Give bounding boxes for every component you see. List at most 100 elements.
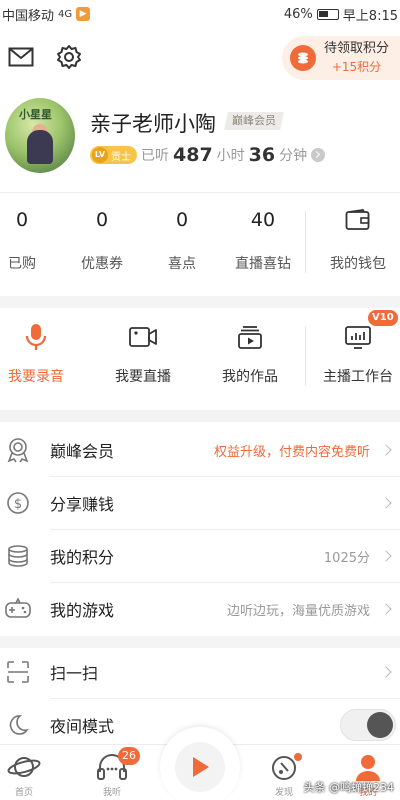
scan-icon — [4, 658, 32, 686]
stat-xidian[interactable]: 0 喜点 — [142, 205, 222, 273]
nav-label: 我听 — [102, 788, 121, 798]
stat-value: 0 — [175, 209, 189, 231]
divider — [0, 192, 400, 193]
points-value: +15积分 — [331, 60, 382, 74]
chevron-right-icon — [380, 444, 392, 456]
stat-label: 已购 — [8, 256, 36, 272]
wallet-icon — [318, 205, 398, 235]
nav-label: 首页 — [14, 788, 33, 798]
stat-purchased[interactable]: 0 已购 — [0, 205, 62, 273]
points-title: 待领取积分 — [324, 41, 390, 56]
stat-value: 0 — [95, 209, 109, 231]
stat-label: 直播喜钻 — [235, 256, 291, 272]
works-icon — [200, 320, 300, 354]
menu-label: 我的游戏 — [50, 601, 115, 620]
clock: 早上8:15 — [342, 8, 398, 24]
menu-label: 巅峰会员 — [50, 442, 115, 461]
menu-label: 夜间模式 — [50, 717, 115, 736]
unread-count-badge: 26 — [118, 747, 140, 765]
section-gap — [0, 410, 400, 422]
gear-icon[interactable] — [54, 42, 84, 72]
dollar-icon: $ — [4, 489, 32, 517]
signal-text: 4G — [58, 8, 73, 20]
divider — [305, 326, 306, 386]
divider — [305, 211, 306, 273]
medal-icon — [4, 436, 32, 464]
menu-value: 边听边玩，海量优质游戏 — [226, 603, 370, 619]
menu-label: 扫一扫 — [50, 664, 99, 683]
stat-label: 喜点 — [168, 256, 196, 272]
vip-tag-label: 巅峰会员 — [232, 114, 276, 127]
profile-section: 小星星 亲子老师小陶 巅峰会员 LV 贡士 已听 487 小时 36 分钟 — [0, 98, 400, 178]
app-notification-icon: ▶ — [76, 7, 91, 21]
creator-actions: 我要录音 我要直播 我的作品 V10 主播工作台 — [0, 310, 400, 400]
planet-icon — [0, 749, 54, 785]
play-button[interactable] — [160, 727, 240, 800]
menu-label: 我的积分 — [50, 548, 115, 567]
video-camera-icon — [93, 320, 193, 354]
stat-coupons[interactable]: 0 优惠券 — [62, 205, 142, 273]
status-bar: 中国移动 4G ▶ 46% 早上8:15 — [0, 0, 400, 28]
level-badge: LV 贡士 — [90, 146, 137, 164]
menu-label: 分享赚钱 — [50, 495, 115, 514]
battery-percent: 46% — [283, 6, 313, 22]
action-label: 我要直播 — [115, 369, 171, 385]
menu-value: 权益升级，付费内容免费听 — [213, 444, 370, 460]
go-live-button[interactable]: 我要直播 — [93, 320, 193, 386]
svg-text:$: $ — [14, 497, 22, 512]
chevron-right-icon — [380, 603, 392, 615]
night-mode-toggle[interactable] — [340, 709, 396, 741]
vip-tag[interactable]: 巅峰会员 — [224, 112, 284, 130]
studio-icon: V10 — [308, 310, 400, 354]
record-audio-button[interactable]: 我要录音 — [0, 320, 86, 386]
battery-icon — [316, 8, 339, 20]
hours-unit: 小时 — [216, 148, 245, 164]
menu-item-share-earn[interactable]: $ 分享赚钱 — [0, 477, 400, 529]
chevron-right-icon — [311, 148, 326, 162]
coins-icon — [4, 542, 32, 570]
chevron-right-icon — [380, 666, 392, 678]
action-label: 我的作品 — [222, 369, 278, 385]
watermark: 头条 @鸣蝉蝉234 — [303, 781, 395, 794]
new-dot-badge — [294, 753, 302, 761]
chevron-right-icon — [380, 497, 392, 509]
listen-stats-row[interactable]: LV 贡士 已听 487 小时 36 分钟 — [90, 144, 326, 166]
moon-icon — [4, 711, 32, 739]
mail-icon[interactable] — [6, 42, 36, 72]
studio-button[interactable]: V10 主播工作台 — [308, 310, 400, 386]
section-gap — [0, 296, 400, 308]
vip-level-badge: V10 — [368, 310, 398, 326]
menu-item-scan[interactable]: 扫一扫 — [0, 646, 400, 698]
headphones-icon: 26 — [82, 747, 142, 785]
microphone-icon — [0, 320, 86, 354]
stat-value: 0 — [15, 209, 29, 231]
avatar-caption: 小星星 — [19, 108, 52, 121]
stat-label: 优惠券 — [81, 256, 123, 272]
top-bar: 待领取积分 +15积分 — [0, 34, 400, 82]
wallet-label: 我的钱包 — [330, 256, 386, 272]
menu-value: 1025分 — [323, 550, 370, 566]
level-prefix: LV — [92, 147, 108, 163]
level-title: 贡士 — [111, 151, 131, 163]
menu-item-games[interactable]: 我的游戏 边听边玩，海量优质游戏 — [0, 583, 400, 635]
avatar[interactable]: 小星星 — [5, 98, 75, 173]
bottom-nav: 首页 26 我听 发现 我的 头条 @鸣蝉蝉234 — [0, 727, 400, 800]
my-works-button[interactable]: 我的作品 — [200, 320, 300, 386]
listen-hours: 487 — [173, 144, 213, 166]
menu-item-vip[interactable]: 巅峰会员 权益升级，付费内容免费听 — [0, 424, 400, 476]
account-stats: 0 已购 0 优惠券 0 喜点 40 直播喜钻 我的钱包 — [0, 205, 400, 285]
listened-label: 已听 — [141, 148, 169, 164]
stat-value: 40 — [250, 209, 276, 231]
gamepad-icon — [4, 595, 32, 623]
coin-stack-icon — [290, 45, 316, 71]
wallet-button[interactable]: 我的钱包 — [318, 205, 398, 273]
action-label: 主播工作台 — [323, 369, 393, 385]
menu-item-points[interactable]: 我的积分 1025分 — [0, 530, 400, 582]
points-claim-button[interactable]: 待领取积分 +15积分 — [282, 36, 400, 80]
nav-listen[interactable]: 26 我听 — [82, 747, 142, 798]
nav-home[interactable]: 首页 — [0, 749, 54, 798]
minutes-unit: 分钟 — [279, 148, 308, 164]
username[interactable]: 亲子老师小陶 — [90, 108, 216, 138]
stat-live-diamonds[interactable]: 40 直播喜钻 — [223, 205, 303, 273]
listen-minutes: 36 — [248, 144, 276, 166]
